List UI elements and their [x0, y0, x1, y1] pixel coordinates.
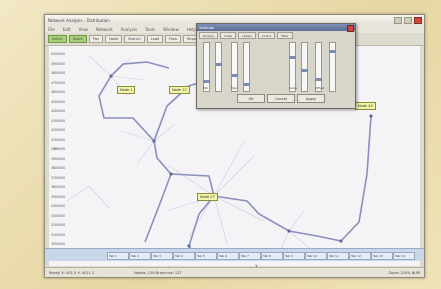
bottom-tab[interactable]: Tab 14 — [393, 252, 415, 260]
node-callout[interactable]: Node 27 — [197, 193, 218, 201]
bottom-tab[interactable]: Tab 11 — [327, 252, 349, 260]
slider-label-scale: Scale — [289, 86, 298, 90]
menu-tools[interactable]: Tools — [145, 27, 155, 32]
dialog-tab-scale[interactable]: Scale — [220, 32, 237, 39]
toolbar-button-node[interactable]: Node — [105, 35, 123, 43]
bottom-tab[interactable]: Tab 8 — [261, 252, 283, 260]
dialog-tab-labels[interactable]: Labels — [238, 32, 256, 39]
status-zoom: Zoom 100% NUM — [388, 271, 420, 275]
apply-button[interactable]: Apply — [297, 94, 325, 103]
bottom-tab[interactable]: Tab 10 — [305, 252, 327, 260]
node-callout[interactable]: Node 44 — [355, 102, 376, 110]
dialog-tab-colors[interactable]: Colors — [257, 32, 276, 39]
minimize-icon[interactable] — [394, 17, 402, 24]
menu-window[interactable]: Window — [163, 27, 179, 32]
dialog-slider[interactable] — [289, 42, 296, 92]
status-bar: Ready X: 451.5 Y: 4011.2 Nodes: 128 Bran… — [45, 267, 424, 277]
slider-label-max: Max — [231, 86, 238, 90]
bottom-tab[interactable]: Tab 7 — [239, 252, 261, 260]
bottom-tab[interactable]: Tab 13 — [371, 252, 393, 260]
bottom-tab[interactable]: Tab 9 — [283, 252, 305, 260]
bottom-tab[interactable]: Tab 12 — [349, 252, 371, 260]
menu-analysis[interactable]: Analysis — [121, 27, 137, 32]
ok-button[interactable]: OK — [237, 94, 265, 103]
slider-knob[interactable] — [243, 83, 250, 86]
dialog-titlebar[interactable]: Settings — [197, 24, 355, 32]
bottom-tab[interactable]: Tab 1 — [107, 252, 129, 260]
dialog-slider[interactable] — [315, 42, 322, 92]
status-counts: Nodes: 128 Branches: 127 — [134, 271, 182, 275]
bottom-tab[interactable]: Tab 5 — [195, 252, 217, 260]
dialog-slider[interactable] — [231, 42, 238, 92]
status-coordinates: Ready X: 451.5 Y: 4011.2 — [49, 271, 95, 275]
menu-view[interactable]: View — [78, 27, 88, 32]
toolbar-button-load[interactable]: Load — [146, 35, 164, 43]
close-icon[interactable] — [414, 17, 422, 24]
dialog-tab-display[interactable]: Display — [199, 32, 219, 39]
toolbar-button-branch[interactable]: Branch — [124, 35, 145, 43]
node-callout[interactable]: Node 1 — [117, 86, 136, 94]
menu-help[interactable]: Help — [187, 27, 196, 32]
node-callout[interactable]: Node 12 — [169, 86, 190, 94]
decorative-frame: Network Analysis - Distribution File Edi… — [0, 0, 441, 289]
settings-dialog: Settings Display Scale Labels Colors Fil… — [196, 23, 356, 109]
bottom-tab[interactable]: Tab 6 — [217, 252, 239, 260]
bottom-tab-strip: Tab 1 Tab 2 Tab 3 Tab 4 Tab 5 Tab 6 Tab 7 Tab 8… — [45, 248, 424, 261]
bottom-tab[interactable]: Tab 3 — [151, 252, 173, 260]
bottom-tab[interactable]: Tab 2 — [129, 252, 151, 260]
menu-edit[interactable]: Edit — [63, 27, 71, 32]
toolbar-button-flow[interactable]: Flow — [165, 35, 182, 43]
dialog-slider[interactable] — [329, 42, 336, 92]
toolbar-button-pan[interactable]: Pan — [88, 35, 104, 43]
menu-file[interactable]: File — [48, 27, 55, 32]
toolbar-button-zoom[interactable]: Zoom — [68, 35, 87, 43]
slider-label-offset: Offset — [315, 86, 325, 90]
slider-knob[interactable] — [203, 80, 210, 83]
window-title: Network Analysis - Distribution — [48, 17, 110, 23]
bottom-tab[interactable]: Tab 4 — [173, 252, 195, 260]
application-window: Network Analysis - Distribution File Edi… — [44, 14, 425, 278]
slider-label-min: Min — [203, 86, 209, 90]
slider-knob[interactable] — [231, 74, 238, 77]
slider-knob[interactable] — [215, 63, 222, 66]
slider-knob[interactable] — [329, 50, 336, 53]
dialog-slider[interactable] — [203, 42, 210, 92]
dialog-tab-filter[interactable]: Filter — [277, 32, 293, 39]
dialog-slider[interactable] — [215, 42, 222, 92]
slider-knob[interactable] — [301, 69, 308, 72]
menu-network[interactable]: Network — [96, 27, 113, 32]
window-controls — [394, 17, 422, 24]
dialog-title: Settings — [199, 25, 214, 30]
toolbar-button-select[interactable]: Select — [48, 35, 67, 43]
dialog-slider[interactable] — [301, 42, 308, 92]
dialog-slider[interactable] — [243, 42, 250, 92]
slider-knob[interactable] — [289, 56, 296, 59]
slider-knob[interactable] — [315, 78, 322, 81]
dialog-tabs: Display Scale Labels Colors Filter — [199, 32, 351, 39]
close-icon[interactable] — [347, 25, 354, 32]
cancel-button[interactable]: Cancel — [267, 94, 295, 103]
maximize-icon[interactable] — [404, 17, 412, 24]
